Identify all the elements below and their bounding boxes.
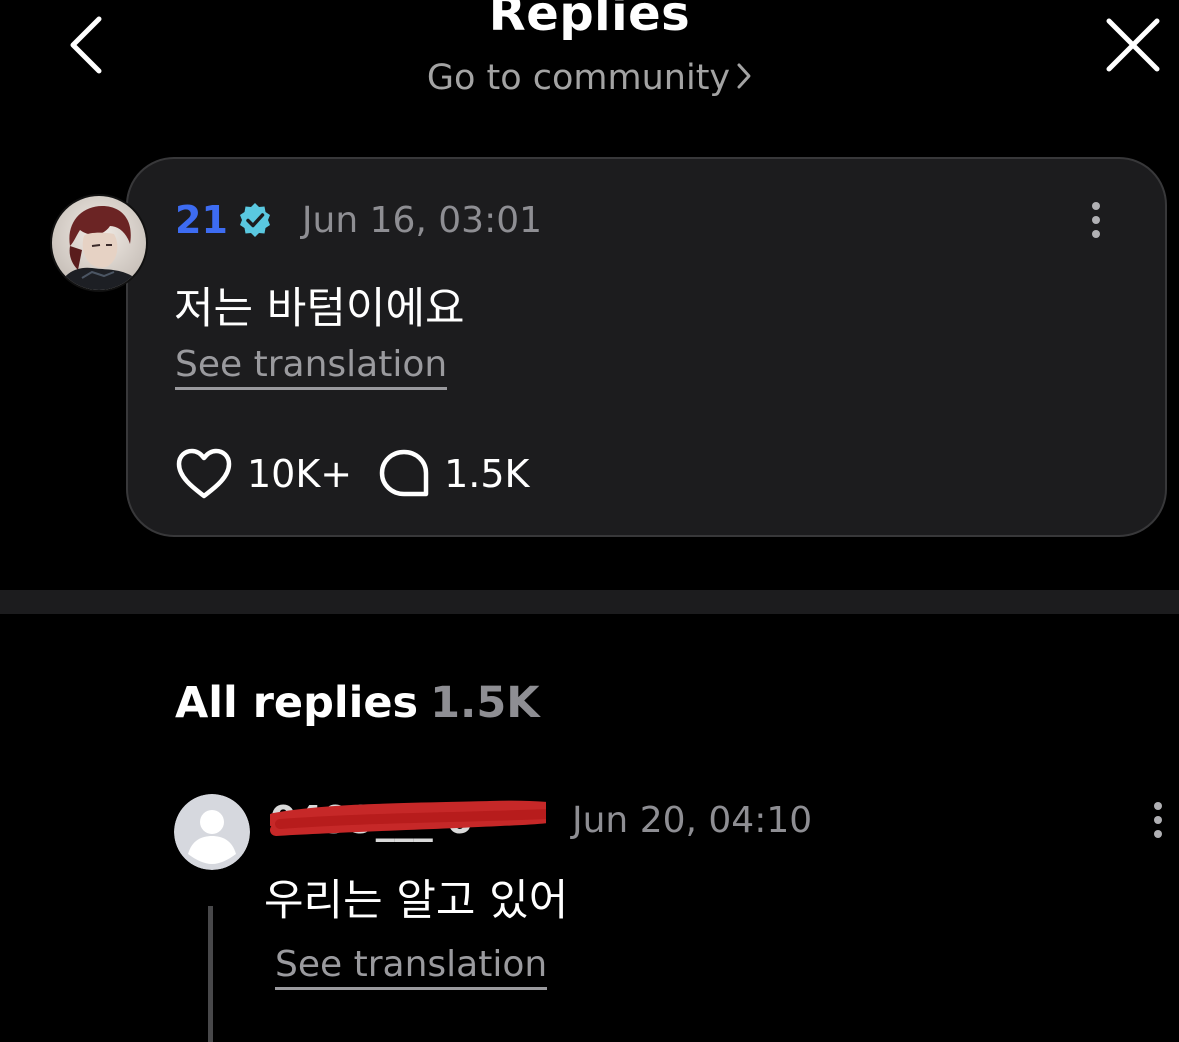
reply-author-row: 0499___ 6 Jun 20, 04:10 [270,794,812,846]
like-count: 10K+ [247,452,353,496]
reply-text: 우리는 알고 있어 [264,876,569,926]
post-text: 저는 바텀이에요 [174,284,465,334]
reply-date: Jun 20, 04:10 [572,799,813,841]
reply-author-name[interactable]: 0499___ 6 [270,798,546,842]
default-user-icon [174,794,250,870]
verified-badge-icon [236,201,274,239]
all-replies-heading: All replies 1.5K [175,678,540,728]
avatar-image [52,196,146,290]
post-date: Jun 16, 03:01 [301,199,543,241]
go-to-community-link[interactable]: Go to community [0,58,1179,99]
thread-line [208,906,213,1042]
go-to-community-label: Go to community [426,58,731,98]
more-vertical-icon [1092,202,1100,238]
heart-icon[interactable] [175,447,233,501]
all-replies-count: 1.5K [430,678,540,728]
reply-see-translation-link[interactable]: See translation [275,944,548,990]
post-author-name[interactable]: 21 [175,198,228,242]
author-avatar[interactable] [50,194,148,292]
see-translation-label: See translation [175,344,448,390]
reply-avatar[interactable] [174,794,250,870]
post-more-button[interactable] [1078,194,1114,246]
all-replies-title: All replies [175,678,419,728]
close-button[interactable] [1098,10,1168,80]
see-translation-link[interactable]: See translation [175,344,448,390]
reply-see-translation-label: See translation [275,944,548,990]
comment-count: 1.5K [444,452,530,496]
section-divider [0,590,1179,614]
post-stats: 10K+ 1.5K [175,444,529,504]
comment-bubble-icon[interactable] [378,448,430,500]
more-vertical-icon [1154,802,1162,838]
redaction-scribble [270,800,546,836]
post-author-row: 21 Jun 16, 03:01 [175,194,542,246]
page-title: Replies [488,0,691,42]
reply-more-button[interactable] [1140,794,1176,846]
close-icon [1106,18,1160,72]
chevron-right-icon [736,59,752,99]
